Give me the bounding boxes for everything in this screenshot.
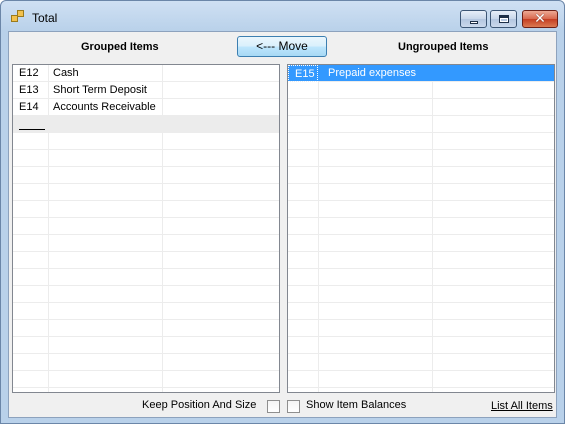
empty-row[interactable] — [13, 354, 279, 371]
list-all-items-link[interactable]: List All Items — [491, 400, 553, 412]
empty-row[interactable] — [13, 184, 279, 201]
table-row[interactable]: E15 Prepaid expenses — [288, 65, 554, 82]
table-row[interactable]: E13 Short Term Deposit — [13, 82, 279, 99]
item-name-cell: Short Term Deposit — [53, 84, 147, 96]
empty-row[interactable] — [288, 99, 554, 116]
minimize-button[interactable] — [460, 10, 487, 28]
item-name-cell: Accounts Receivable — [53, 101, 156, 113]
new-item-row[interactable] — [13, 116, 279, 133]
table-row[interactable]: E14 Accounts Receivable — [13, 99, 279, 116]
close-icon: ✕ — [534, 11, 546, 27]
item-code-cell: E15 — [288, 65, 318, 82]
empty-row[interactable] — [288, 133, 554, 150]
item-code-cell: E13 — [19, 84, 39, 96]
item-name-cell: Cash — [53, 67, 79, 79]
empty-row[interactable] — [288, 303, 554, 320]
keep-position-checkbox[interactable] — [267, 400, 280, 413]
window-title: Total — [32, 11, 58, 25]
empty-row[interactable] — [288, 286, 554, 303]
empty-row[interactable] — [13, 303, 279, 320]
empty-row[interactable] — [13, 235, 279, 252]
empty-row[interactable] — [13, 337, 279, 354]
move-button[interactable]: <--- Move — [237, 36, 327, 57]
empty-row[interactable] — [288, 337, 554, 354]
empty-row[interactable] — [13, 167, 279, 184]
ungrouped-items-grid[interactable]: E15 Prepaid expenses — [287, 64, 555, 393]
item-code-cell: E14 — [19, 101, 39, 113]
edit-caret — [19, 129, 45, 130]
title-bar[interactable]: Total ✕ — [1, 1, 564, 31]
empty-row[interactable] — [13, 286, 279, 303]
grouped-items-heading: Grouped Items — [81, 41, 159, 53]
maximize-icon — [499, 15, 509, 23]
empty-row[interactable] — [288, 82, 554, 99]
maximize-button[interactable] — [490, 10, 517, 28]
empty-row[interactable] — [288, 201, 554, 218]
ungrouped-items-heading: Ungrouped Items — [398, 41, 489, 53]
empty-row[interactable] — [288, 184, 554, 201]
empty-row[interactable] — [288, 354, 554, 371]
empty-row[interactable] — [288, 167, 554, 184]
empty-row[interactable] — [13, 201, 279, 218]
empty-row[interactable] — [288, 218, 554, 235]
empty-row[interactable] — [13, 218, 279, 235]
empty-row[interactable] — [13, 371, 279, 388]
minimize-icon — [470, 21, 478, 24]
empty-row[interactable] — [288, 235, 554, 252]
show-item-balances-label: Show Item Balances — [306, 399, 407, 411]
empty-row[interactable] — [288, 269, 554, 286]
close-button[interactable]: ✕ — [522, 10, 558, 28]
table-row[interactable]: E12 Cash — [13, 65, 279, 82]
item-code-cell: E12 — [19, 67, 39, 79]
empty-row[interactable] — [288, 252, 554, 269]
empty-row[interactable] — [13, 320, 279, 337]
empty-row[interactable] — [288, 371, 554, 388]
empty-row[interactable] — [13, 150, 279, 167]
empty-row[interactable] — [13, 269, 279, 286]
empty-row[interactable] — [288, 320, 554, 337]
empty-row[interactable] — [288, 116, 554, 133]
keep-position-label: Keep Position And Size — [142, 399, 257, 411]
empty-row[interactable] — [288, 150, 554, 167]
client-area: Grouped Items <--- Move Ungrouped Items … — [8, 31, 557, 418]
app-window: Total ✕ Grouped Items <--- Move Ungroupe… — [0, 0, 565, 424]
empty-row[interactable] — [13, 252, 279, 269]
empty-row[interactable] — [13, 133, 279, 150]
item-name-cell: Prepaid expenses — [328, 67, 417, 79]
grouped-items-grid[interactable]: E12 Cash E13 Short Term Deposit E14 Accounts … — [12, 64, 280, 393]
window-app-icon — [11, 10, 25, 23]
show-item-balances-checkbox[interactable] — [287, 400, 300, 413]
